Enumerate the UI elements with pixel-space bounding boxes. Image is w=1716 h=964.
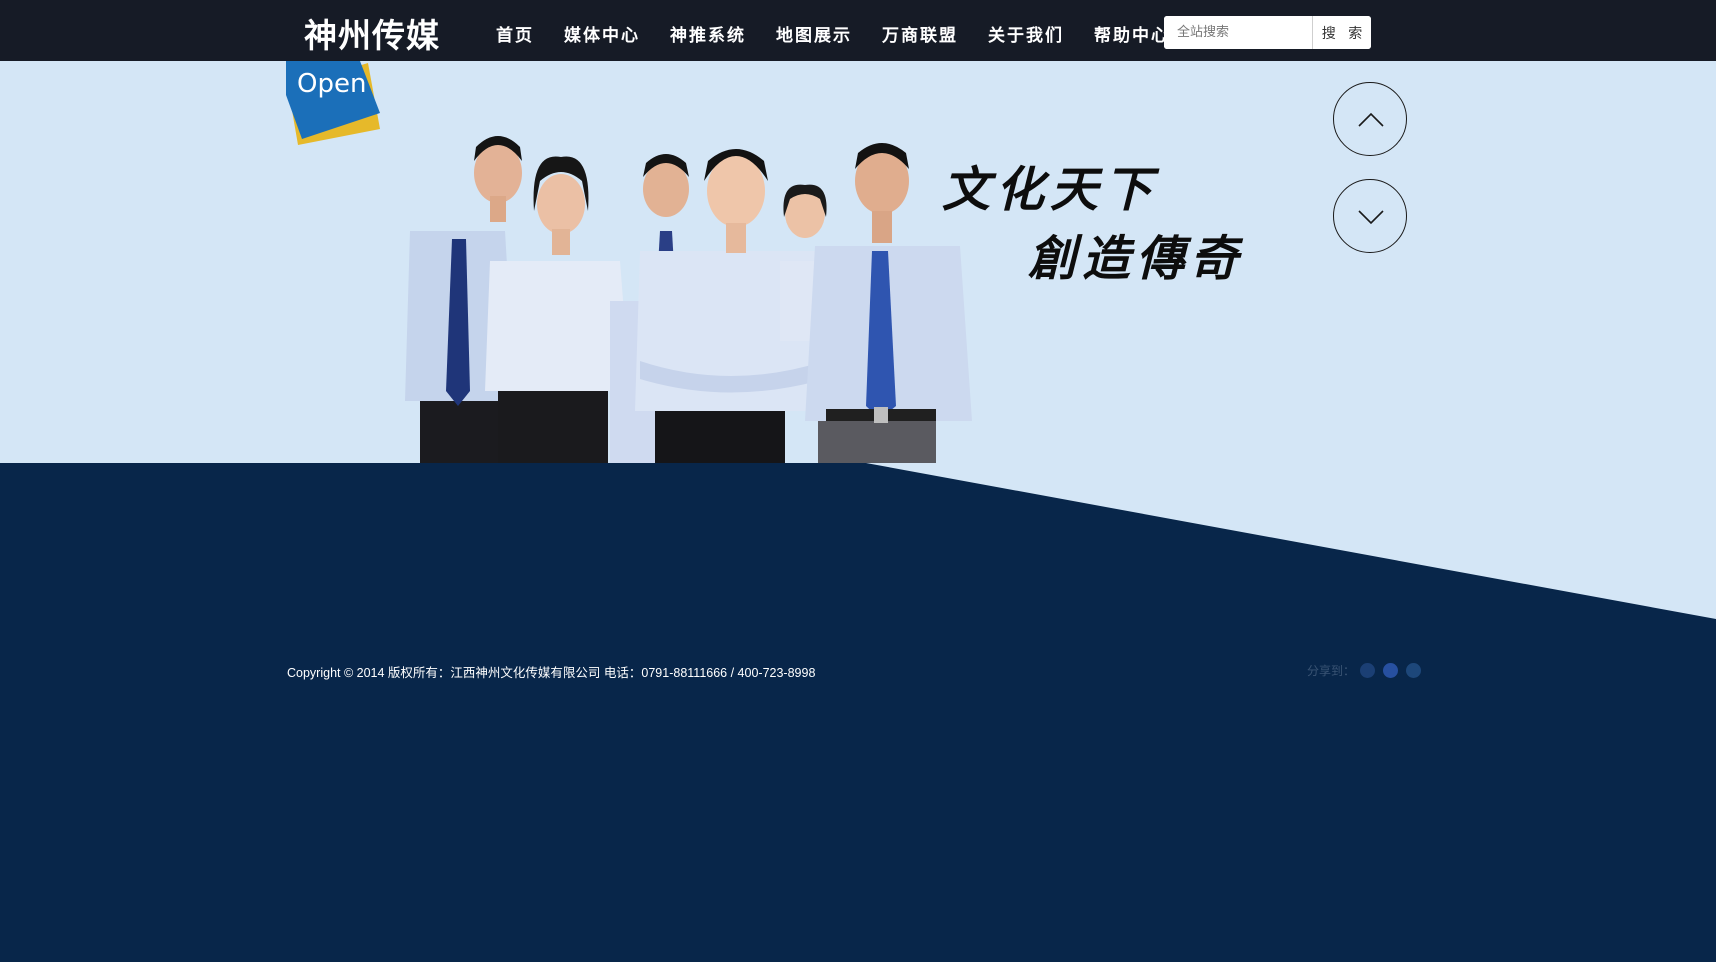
nav-item-help-center[interactable]: 帮助中心	[1094, 22, 1164, 50]
team-photo-illustration	[405, 136, 972, 463]
nav-item-media-center[interactable]: 媒体中心	[564, 22, 640, 50]
share-icon-1[interactable]	[1360, 663, 1376, 678]
site-logo[interactable]: 神州传媒	[304, 9, 440, 57]
hero-banner	[0, 61, 1716, 463]
top-navigation-bar: 神州传媒 首页 媒体中心 神推系统 地图展示 万商联盟 关于我们 帮助中心 搜 索	[0, 0, 1716, 61]
nav-item-merchant-alliance[interactable]: 万商联盟	[882, 22, 958, 50]
nav-item-push-system[interactable]: 神推系统	[670, 22, 746, 50]
search-input[interactable]	[1164, 16, 1312, 49]
copyright-text: Copyright © 2014 版权所有：江西神州文化传媒有限公司 电话：07…	[287, 666, 816, 680]
slide-up-button[interactable]	[1333, 82, 1407, 156]
share-icon-3[interactable]	[1406, 663, 1422, 678]
team-member-2	[485, 156, 630, 463]
chevron-down-icon	[1358, 210, 1384, 225]
nav-item-home[interactable]: 首页	[496, 22, 534, 50]
site-search: 搜 索	[1164, 16, 1371, 49]
slogan-line-1: 文化天下	[942, 162, 1159, 218]
open-tag-label: Open	[297, 69, 366, 99]
footer-background	[0, 463, 1716, 964]
search-button[interactable]: 搜 索	[1313, 16, 1371, 49]
main-nav: 首页 媒体中心 神推系统 地图展示 万商联盟 关于我们 帮助中心	[496, 22, 1164, 50]
nav-item-map-display[interactable]: 地图展示	[776, 22, 852, 50]
open-tag-graphic: Open	[286, 61, 380, 145]
share-icon-2[interactable]	[1383, 663, 1399, 678]
chevron-up-icon	[1358, 112, 1384, 127]
page: 神州传媒 首页 媒体中心 神推系统 地图展示 万商联盟 关于我们 帮助中心 搜 索	[0, 0, 1716, 964]
slide-down-button[interactable]	[1333, 179, 1407, 253]
nav-item-about-us[interactable]: 关于我们	[988, 22, 1064, 50]
share-label: 分享到：	[1307, 664, 1356, 678]
share-bar: 分享到：	[1307, 662, 1422, 679]
open-tag[interactable]: Open	[286, 61, 382, 151]
slogan-line-2: 創造傳奇	[1028, 231, 1245, 287]
